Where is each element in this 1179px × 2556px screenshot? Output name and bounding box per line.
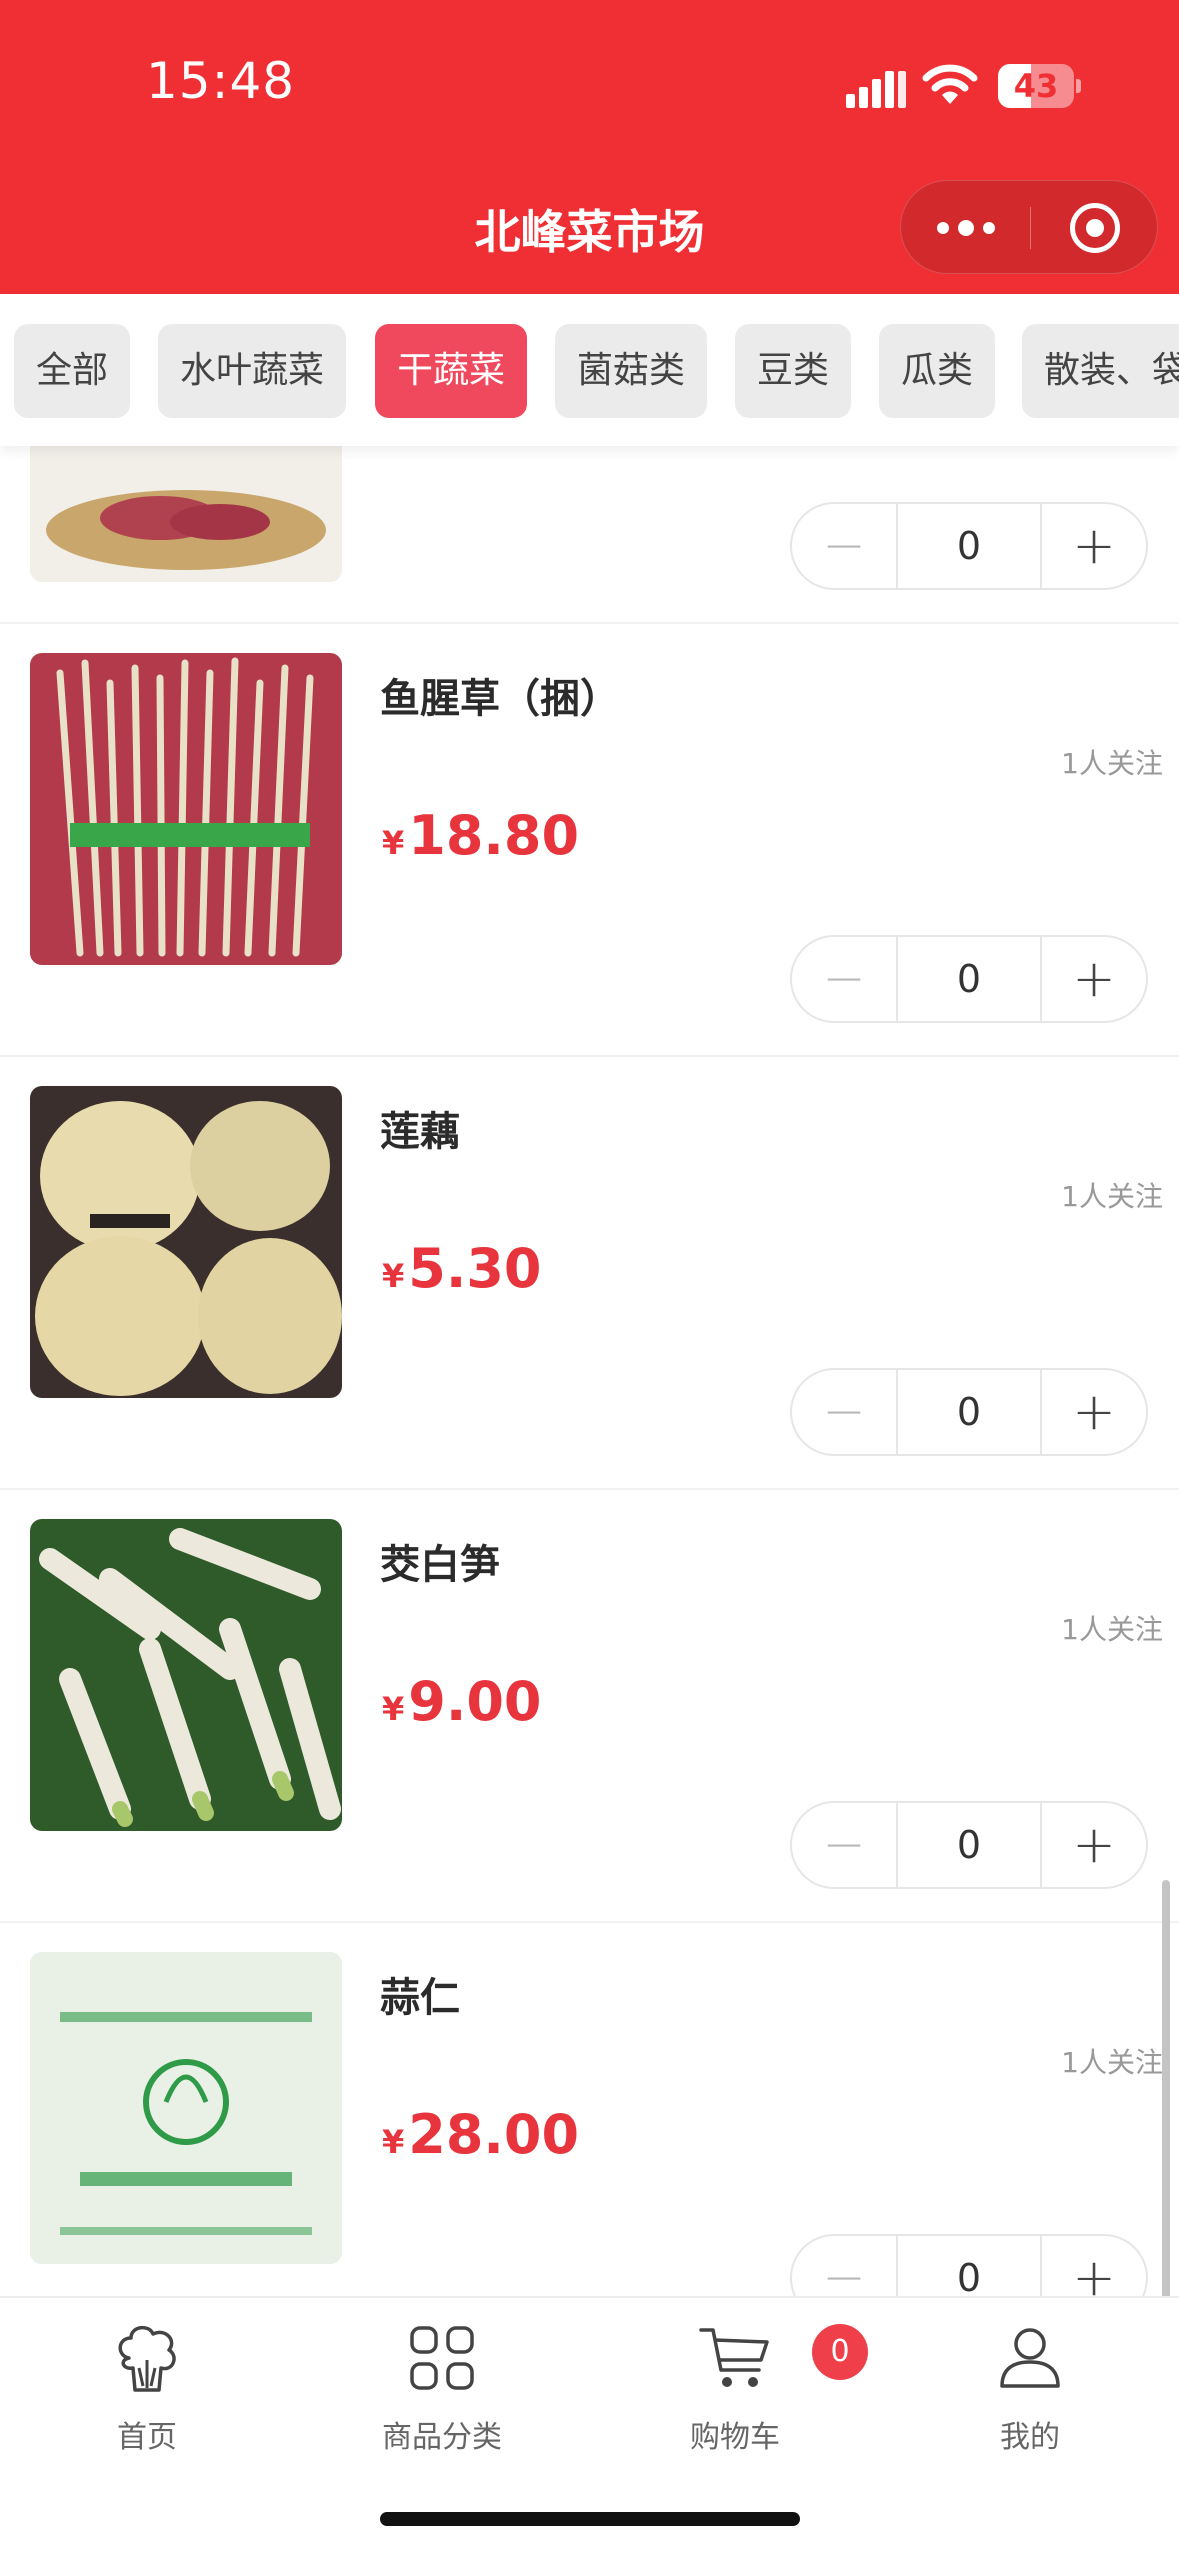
product-price: ¥5.30 [382, 1237, 542, 1300]
quantity-value: 0 [956, 957, 982, 1001]
product-item[interactable]: 蒜仁 1人关注 ¥28.00 − 0 + [0, 1923, 1179, 2296]
category-chip-leafy[interactable]: 水叶蔬菜 [158, 324, 347, 418]
product-name: 茭白笋 [380, 1542, 500, 1588]
product-name: 鱼腥草（捆） [380, 676, 620, 722]
category-chip-mushroom[interactable]: 菌菇类 [555, 324, 708, 418]
product-item[interactable]: 茭白笋 1人关注 ¥9.00 − 0 + [0, 1490, 1179, 1923]
quantity-value: 0 [956, 524, 982, 568]
product-image [30, 1519, 342, 1831]
product-name: 蒜仁 [380, 1975, 460, 2021]
category-chip-dried-veg[interactable]: 干蔬菜 [375, 324, 528, 418]
tab-profile[interactable]: 我的 [910, 2320, 1150, 2470]
product-price: ¥28.00 [382, 2103, 579, 2166]
product-item[interactable]: − 0 + [0, 446, 1179, 624]
quantity-value: 0 [956, 1390, 982, 1434]
currency-symbol: ¥ [382, 1690, 405, 1728]
product-name: 莲藕 [380, 1109, 460, 1155]
more-dots-icon[interactable] [901, 181, 1030, 275]
product-item[interactable]: 鱼腥草（捆） 1人关注 ¥18.80 − 0 + [0, 624, 1179, 1057]
decrease-button[interactable]: − [792, 2236, 898, 2296]
product-price: ¥9.00 [382, 1670, 542, 1733]
follow-count: 1人关注 [1061, 1180, 1163, 1213]
decrease-button[interactable]: − [792, 937, 898, 1021]
vegetable-home-icon [118, 2325, 176, 2392]
price-value: 9.00 [408, 1670, 542, 1733]
increase-button[interactable]: + [1040, 1370, 1146, 1454]
app-header: 15:48 43 北峰菜市场 [0, 0, 1179, 294]
decrease-button[interactable]: − [792, 1370, 898, 1454]
quantity-stepper[interactable]: − 0 + [790, 1801, 1148, 1889]
currency-symbol: ¥ [382, 824, 405, 862]
quantity-value: 0 [956, 2256, 982, 2296]
wifi-icon [922, 64, 978, 104]
category-chip-melons[interactable]: 瓜类 [879, 324, 996, 418]
signal-icon [846, 71, 906, 108]
increase-button[interactable]: + [1040, 504, 1146, 588]
increase-button[interactable]: + [1040, 937, 1146, 1021]
currency-symbol: ¥ [382, 1257, 405, 1295]
quantity-stepper[interactable]: − 0 + [790, 2234, 1148, 2296]
decrease-button[interactable]: − [792, 1803, 898, 1887]
home-indicator [380, 2512, 800, 2526]
category-bar: 全部 水叶蔬菜 干蔬菜 菌菇类 豆类 瓜类 散装、袋 [0, 294, 1179, 446]
price-value: 28.00 [408, 2103, 580, 2166]
increase-button[interactable]: + [1040, 2236, 1146, 2296]
product-image [30, 1952, 342, 2264]
follow-count: 1人关注 [1061, 747, 1163, 780]
cart-icon [699, 2328, 769, 2387]
price-value: 5.30 [408, 1237, 542, 1300]
increase-button[interactable]: + [1040, 1803, 1146, 1887]
tab-label: 我的 [1000, 2420, 1060, 2455]
product-image [30, 446, 342, 582]
product-price: ¥18.80 [382, 804, 579, 867]
product-image [30, 1086, 342, 1398]
product-list: − 0 + 鱼腥草（捆） 1人关注 ¥18.80 − 0 + 莲藕 1人关注 ¥… [0, 446, 1179, 2296]
user-profile-icon [1000, 2328, 1060, 2388]
price-value: 18.80 [408, 804, 580, 867]
tab-label: 商品分类 [382, 2420, 502, 2455]
tab-home[interactable]: 首页 [27, 2320, 267, 2470]
decrease-button[interactable]: − [792, 504, 898, 588]
category-chip-bulk[interactable]: 散装、袋 [1022, 324, 1179, 418]
quantity-value: 0 [956, 1823, 982, 1867]
battery-level: 43 [1013, 67, 1059, 105]
status-time: 15:48 [146, 52, 296, 110]
tab-label: 首页 [117, 2420, 177, 2455]
category-chip-beans[interactable]: 豆类 [735, 324, 852, 418]
product-image [30, 653, 342, 965]
cart-count-badge: 0 [812, 2324, 868, 2380]
quantity-stepper[interactable]: − 0 + [790, 502, 1148, 590]
mini-program-capsule [900, 180, 1158, 274]
category-chip-all[interactable]: 全部 [14, 324, 131, 418]
quantity-stepper[interactable]: − 0 + [790, 935, 1148, 1023]
product-item[interactable]: 莲藕 1人关注 ¥5.30 − 0 + [0, 1057, 1179, 1490]
grid-category-icon [410, 2326, 474, 2390]
follow-count: 1人关注 [1061, 1613, 1163, 1646]
battery-icon: 43 [998, 64, 1081, 108]
close-target-icon[interactable] [1030, 181, 1159, 275]
tab-category[interactable]: 商品分类 [322, 2320, 562, 2470]
currency-symbol: ¥ [382, 2123, 405, 2161]
quantity-stepper[interactable]: − 0 + [790, 1368, 1148, 1456]
tab-label: 购物车 [690, 2420, 780, 2455]
follow-count: 1人关注 [1061, 2046, 1163, 2079]
